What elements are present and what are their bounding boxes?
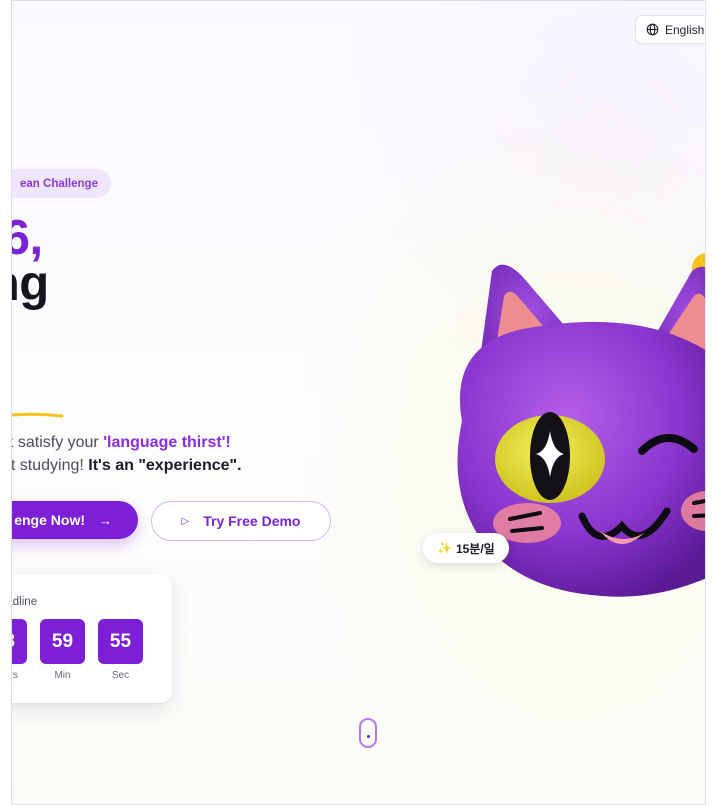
countdown-seconds-label: Sec (111, 670, 130, 681)
countdown-hours-value: 23 (12, 619, 27, 664)
countdown-card: eadline 23 59 55 Hours Min Sec (12, 574, 172, 703)
challenge-now-button[interactable]: enge Now! → (12, 501, 138, 539)
hero-headline: r Year 2026, just reading books n? (12, 211, 297, 399)
challenge-now-label: enge Now! (14, 512, 85, 528)
subtext-line-2: ot studying! (11, 457, 84, 474)
headline-line-3: books (12, 307, 297, 353)
arrow-right-icon: → (99, 512, 112, 528)
daily-minutes-pill: ✨ 15분/일 (423, 533, 509, 563)
challenge-badge: ean Challenge (12, 169, 111, 198)
countdown-seconds-value: 55 (98, 619, 143, 664)
globe-icon (646, 23, 659, 36)
headline-line-4: n? (12, 353, 297, 399)
headline-underline (12, 412, 64, 418)
hero-subtext: n't satisfy your 'language thirst'! ot s… (11, 431, 327, 477)
sparkle-icon: ✨ (437, 541, 452, 555)
countdown-hours-label: Hours (12, 670, 18, 681)
countdown-minutes-label: Min (54, 670, 71, 681)
language-label: English (665, 22, 705, 37)
badge-label: ean Challenge (20, 177, 98, 190)
countdown-label: eadline (12, 596, 38, 608)
scroll-dot (367, 735, 370, 738)
headline-line-1: r Year 2026, (12, 211, 43, 265)
try-free-demo-label: Try Free Demo (203, 513, 301, 529)
try-free-demo-button[interactable]: ▷ Try Free Demo (151, 501, 331, 541)
subtext-bold: It's an "experience". (88, 457, 242, 474)
language-selector-button[interactable]: English (635, 15, 705, 44)
daily-minutes-label: 15분/일 (455, 541, 495, 556)
play-icon: ▷ (181, 515, 190, 527)
countdown-minutes-value: 59 (40, 619, 85, 664)
subtext-accent: 'language thirst'! (103, 434, 231, 451)
scroll-down-indicator[interactable] (359, 718, 377, 748)
headline-line-2: just reading (12, 257, 49, 311)
subtext-line-1: n't satisfy your (12, 434, 99, 451)
landing-page: English ean Challenge r Year 2026, just … (11, 0, 706, 805)
